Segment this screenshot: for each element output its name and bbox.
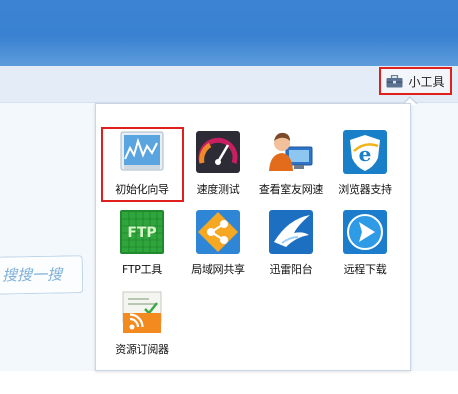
tool-init-wizard[interactable]: 初始化向导	[102, 129, 182, 209]
tool-label: 资源订阅器	[115, 343, 169, 356]
app-header	[0, 0, 458, 66]
roommate-monitor-icon	[268, 129, 314, 175]
tool-ftp[interactable]: FTP FTP工具	[102, 209, 182, 289]
share-icon	[195, 209, 241, 255]
rss-feed-icon	[119, 289, 165, 335]
speedometer-icon	[195, 129, 241, 175]
tool-roommate-speed[interactable]: 查看室友网速	[251, 129, 331, 209]
tool-lan-share[interactable]: 局域网共享	[178, 209, 258, 289]
tool-speed-test[interactable]: 速度测试	[178, 129, 258, 209]
tool-label: 局域网共享	[191, 263, 245, 276]
tools-button-label: 小工具	[408, 74, 445, 89]
thunder-bird-icon	[268, 209, 314, 255]
search-hint[interactable]: 搜搜一搜	[0, 255, 84, 295]
chart-wizard-icon	[119, 129, 165, 175]
browser-shield-icon: e	[342, 129, 388, 175]
tool-browser-support[interactable]: e 浏览器支持	[325, 129, 405, 209]
tool-thunder-balcony[interactable]: 迅雷阳台	[251, 209, 331, 289]
tool-label: 速度测试	[196, 183, 240, 196]
tool-label: 浏览器支持	[338, 183, 392, 196]
remote-download-icon	[342, 209, 388, 255]
tools-button[interactable]: 小工具	[379, 67, 452, 95]
tool-remote-download[interactable]: 远程下载	[325, 209, 405, 289]
tool-resource-subscriber[interactable]: 资源订阅器	[102, 289, 182, 369]
bottom-area	[0, 371, 458, 394]
tool-label: 查看室友网速	[258, 183, 324, 196]
tool-label: FTP工具	[122, 263, 162, 276]
tool-label: 初始化向导	[115, 183, 169, 196]
tool-label: 远程下载	[343, 263, 387, 276]
toolbox-icon	[386, 74, 403, 88]
tool-label: 迅雷阳台	[269, 263, 313, 276]
ftp-icon: FTP	[119, 209, 165, 255]
svg-text:FTP: FTP	[127, 225, 156, 241]
